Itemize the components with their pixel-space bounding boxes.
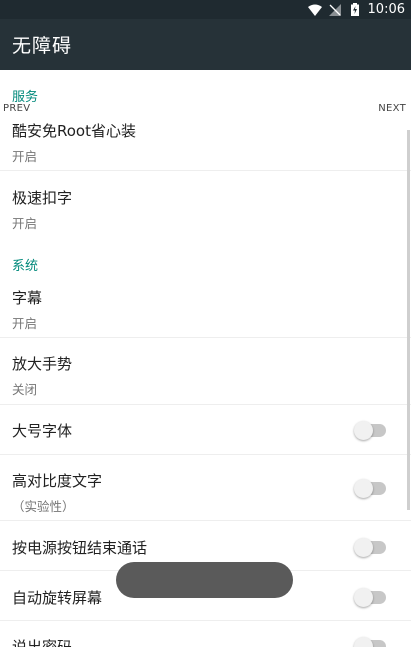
battery-charging-icon (348, 3, 362, 17)
item-title: 按电源按钮结束通话 (12, 539, 148, 557)
divider (0, 337, 411, 338)
divider (0, 620, 411, 621)
toggle-knob (354, 538, 373, 557)
divider (0, 520, 411, 521)
list-item-magnify[interactable]: 放大手势 关闭 (0, 353, 411, 398)
list-item-captions[interactable]: 字幕 开启 (0, 287, 411, 332)
toggle-knob (354, 479, 373, 498)
list-item-speak-password[interactable]: 说出密码 (0, 636, 411, 647)
power-end-call-toggle[interactable] (354, 538, 386, 557)
item-title: 高对比度文字 (12, 472, 103, 490)
wifi-icon (307, 3, 322, 17)
high-contrast-toggle[interactable] (354, 479, 386, 498)
item-summary: 开启 (12, 149, 38, 164)
app-bar: 无障碍 (0, 19, 411, 70)
section-header-system: 系统 (12, 259, 39, 274)
auto-rotate-toggle[interactable] (354, 588, 386, 607)
signal-off-icon (328, 3, 342, 17)
item-title: 极速扣字 (12, 189, 73, 207)
divider (0, 454, 411, 455)
item-title: 字幕 (12, 289, 43, 307)
item-summary: 开启 (12, 216, 38, 231)
list-item-power-end-call[interactable]: 按电源按钮结束通话 (0, 537, 411, 558)
divider (0, 404, 411, 405)
item-summary: 关闭 (12, 382, 38, 397)
large-text-toggle[interactable] (354, 421, 386, 440)
status-bar: 10:06 (0, 0, 411, 19)
item-summary: 开启 (12, 316, 38, 331)
divider (0, 170, 411, 171)
list-item-kuan[interactable]: 酷安免Root省心装 开启 (0, 120, 411, 165)
status-time: 10:06 (367, 2, 405, 17)
item-summary: （实验性） (12, 499, 75, 514)
page-title: 无障碍 (12, 35, 73, 57)
settings-list[interactable]: 服务 PREV NEXT 酷安免Root省心装 开启 极速扣字 开启 系统 字幕… (0, 70, 411, 647)
toggle-knob (354, 588, 373, 607)
toggle-knob (354, 421, 373, 440)
next-button[interactable]: NEXT (378, 103, 406, 114)
item-title: 大号字体 (12, 422, 73, 440)
list-item-high-contrast[interactable]: 高对比度文字 （实验性） (0, 470, 411, 515)
prev-button[interactable]: PREV (3, 103, 30, 114)
list-item-jisu[interactable]: 极速扣字 开启 (0, 187, 411, 232)
toast (116, 562, 293, 598)
list-item-large-text[interactable]: 大号字体 (0, 420, 411, 441)
item-title: 说出密码 (12, 638, 73, 647)
item-title: 放大手势 (12, 355, 73, 373)
item-title: 酷安免Root省心装 (12, 122, 136, 140)
speak-password-toggle[interactable] (354, 637, 386, 647)
scrollbar[interactable] (407, 130, 410, 510)
